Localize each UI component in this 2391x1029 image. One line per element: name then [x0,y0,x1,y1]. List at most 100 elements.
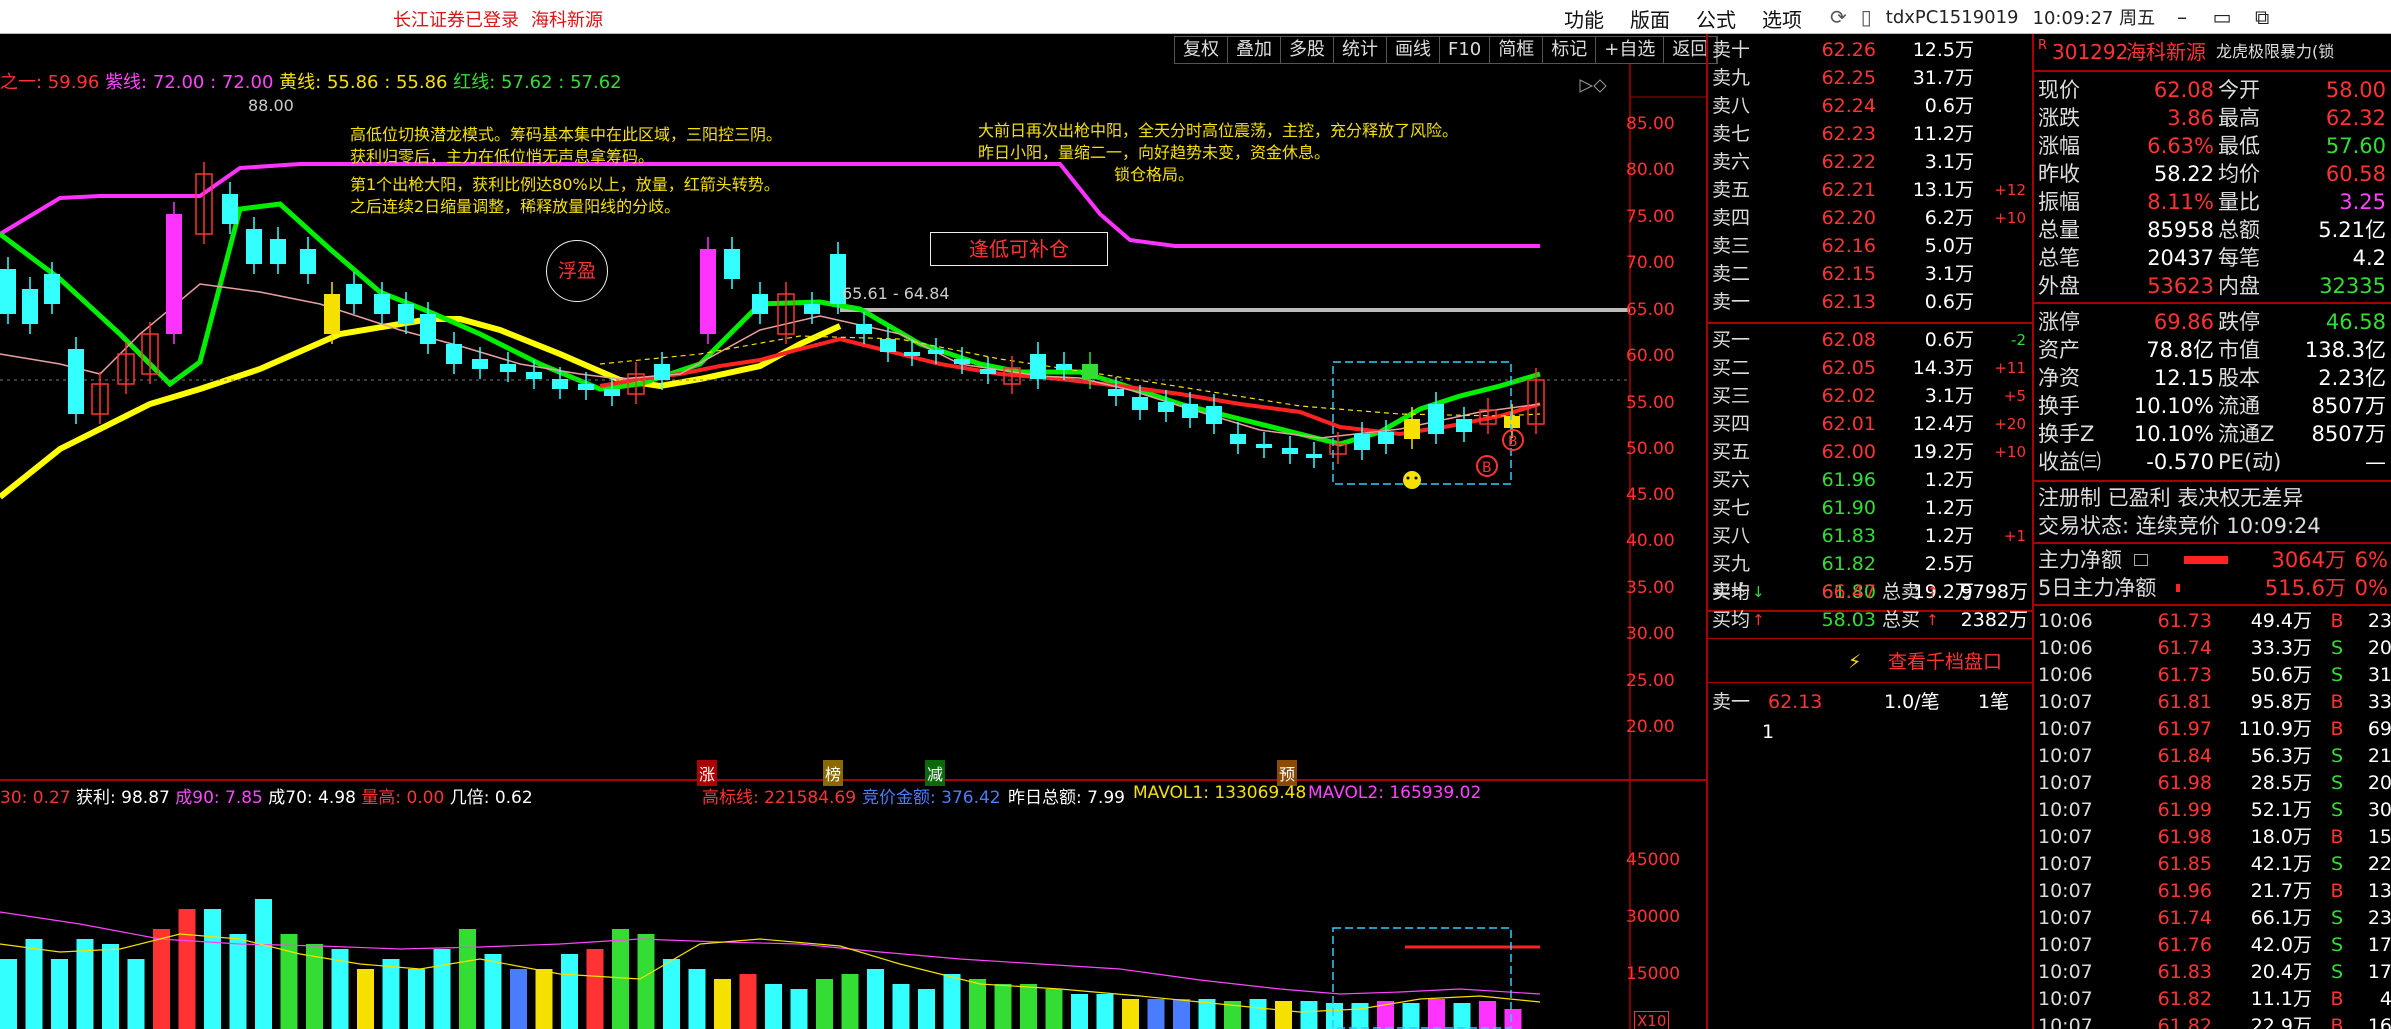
quote-value: -0.570 [2146,450,2214,474]
annotation-right: 大前日再次出枪中阳，全天分时高位震荡，主控，充分释放了风险。 昨日小阳，量缩二一… [978,120,1458,186]
candle-body [300,249,316,274]
up-arrow-icon: ↑ [1926,611,1939,629]
level-label: 买四 [1712,413,1751,435]
level-label: 买六 [1712,469,1751,491]
buy-level-row[interactable]: 买四 62.01 12.4万 +20 [1708,410,2032,438]
buy-level-row[interactable]: 买五 62.00 19.2万 +10 [1708,438,2032,466]
quote-row: 外盘 53623 内盘 32335 [2034,272,2391,300]
candle-body [374,294,390,314]
level-change: +10 [1994,209,2026,227]
tick-time: 10:06 [2038,637,2093,659]
doc-icon[interactable] [2134,554,2148,566]
buy-level-row[interactable]: 买三 62.02 3.1万 +5 [1708,382,2032,410]
btn-add-watchlist[interactable]: +自选 [1596,37,1665,63]
price-tick: 35.00 [1626,578,1675,598]
btn-restore-rights[interactable]: 复权 [1175,37,1228,63]
candle-body [1428,404,1444,434]
btn-mark[interactable]: 标记 [1543,37,1597,63]
candle-body [1282,448,1298,454]
volume-bar [586,949,604,1029]
quote-label: 涨跌 [2038,106,2080,130]
candle-body [526,372,542,379]
quote-row: 涨幅 6.63% 最低 57.60 [2034,132,2391,160]
vi-profit: 获利: 98.87 [76,788,170,808]
ann-left-4: 之后连续2日缩量调整，稀释放量阳线的分歧。 [350,197,681,216]
menu-options[interactable]: 选项 [1753,4,1811,33]
tick-row: 10:07 61.76 42.0万 S 17 [2034,932,2391,959]
refresh-icon[interactable]: ⟳ [1830,5,1847,29]
btn-multi-stock[interactable]: 多股 [1281,37,1334,63]
btn-statistics[interactable]: 统计 [1334,37,1387,63]
candle-body [856,324,872,334]
five-day-bar [2176,584,2180,592]
sell-level-row[interactable]: 卖七 62.23 11.2万 [1708,120,2032,148]
tick-price: 61.96 [2157,880,2212,902]
menu-function[interactable]: 功能 [1555,4,1613,33]
tick-side: S [2330,772,2344,794]
maximize-icon[interactable]: ▭ [2209,5,2235,29]
volume-bar [1122,999,1139,1029]
btn-simple-frame[interactable]: 简框 [1490,37,1544,63]
candle-body [552,379,568,389]
level-label: 卖七 [1712,123,1751,145]
btn-overlay[interactable]: 叠加 [1228,37,1281,63]
sell-level-row[interactable]: 卖十 62.26 12.5万 [1708,36,2032,64]
sell-level-row[interactable]: 卖九 62.25 31.7万 [1708,64,2032,92]
candle-body [752,294,768,314]
buy-level-row[interactable]: 买七 61.90 1.2万 [1708,494,2032,522]
quote-label: 市值 [2218,338,2260,362]
volume-bar [765,984,782,1029]
sell-level-row[interactable]: 卖五 62.21 13.1万 +12 [1708,176,2032,204]
buy-level-row[interactable]: 买八 61.83 1.2万 +1 [1708,522,2032,550]
level-price: 62.21 [1821,179,1876,201]
vi-a: 30: 0.27 [0,788,71,808]
btn-f10[interactable]: F10 [1440,37,1491,63]
btn-draw-line[interactable]: 画线 [1387,37,1440,63]
quote-value: 5.21亿 [2318,218,2386,242]
title-right: ⟳ ▯ tdxPC1519019 10:09:27 周五 – ▭ ⧉ [1830,4,2275,30]
candle-body [22,289,38,324]
level-label: 卖一 [1712,291,1751,313]
quote-value: 69.86 [2153,310,2214,334]
document-icon[interactable]: ▯ [1861,5,1872,29]
volume-bar [204,909,221,1029]
ann-right-2: 昨日小阳，量缩二一，向好趋势未变，资金休息。 [978,143,1331,162]
broker-status: 长江证券已登录 [393,10,519,31]
sell-level-row[interactable]: 卖一 62.13 0.6万 [1708,288,2032,316]
view-thousand-link[interactable]: 查看千档盘口 [1888,648,2002,676]
ind-purple: 紫线: 72.00 : 72.00 [105,72,274,93]
price-tick: 65.00 [1626,300,1675,320]
tick-row: 10:07 61.84 56.3万 S 21 [2034,743,2391,770]
level-label: 买二 [1712,357,1751,379]
sell-level-row[interactable]: 卖三 62.16 5.0万 [1708,232,2032,260]
sell-level-row[interactable]: 卖四 62.20 6.2万 +10 [1708,204,2032,232]
login-status: 长江证券已登录 海科新源 [393,6,615,32]
quote-value: 10.10% [2133,422,2214,446]
sell1-queue-label: 卖一 [1712,691,1751,713]
menu-formula[interactable]: 公式 [1687,4,1745,33]
buy-level-row[interactable]: 买二 62.05 14.3万 +11 [1708,354,2032,382]
sell1-queue-price: 62.13 [1768,691,1823,713]
view-thousand-row[interactable]: ⚡ 查看千档盘口 [1708,648,2032,676]
level-volume: 5.0万 [1924,235,1974,257]
level-price: 62.01 [1821,413,1876,435]
sell-level-row[interactable]: 卖二 62.15 3.1万 [1708,260,2032,288]
minimize-icon[interactable]: – [2169,5,2195,29]
x10-label[interactable]: X10 [1634,1011,1670,1029]
buy-level-row[interactable]: 买一 62.08 0.6万 -2 [1708,326,2032,354]
sell1-queue-per: 1.0/笔 [1884,691,1940,713]
buy-level-row[interactable]: 买六 61.96 1.2万 [1708,466,2032,494]
restore-icon[interactable]: ⧉ [2249,5,2275,29]
quote-row: 涨跌 3.86 最高 62.32 [2034,104,2391,132]
sell-level-row[interactable]: 卖八 62.24 0.6万 [1708,92,2032,120]
menu-layout[interactable]: 版面 [1621,4,1679,33]
quote-label: 最高 [2218,106,2260,130]
tick-count: 31 [2367,664,2391,686]
five-day-row: 5日主力净额 515.6万 0% [2034,574,2391,602]
buy-level-row[interactable]: 买九 61.82 2.5万 [1708,550,2032,578]
level-price: 61.90 [1821,497,1876,519]
quote-label: 流通 [2218,394,2260,418]
volume-bar [1020,984,1037,1029]
level-change: -2 [2011,331,2026,349]
sell-level-row[interactable]: 卖六 62.22 3.1万 [1708,148,2032,176]
